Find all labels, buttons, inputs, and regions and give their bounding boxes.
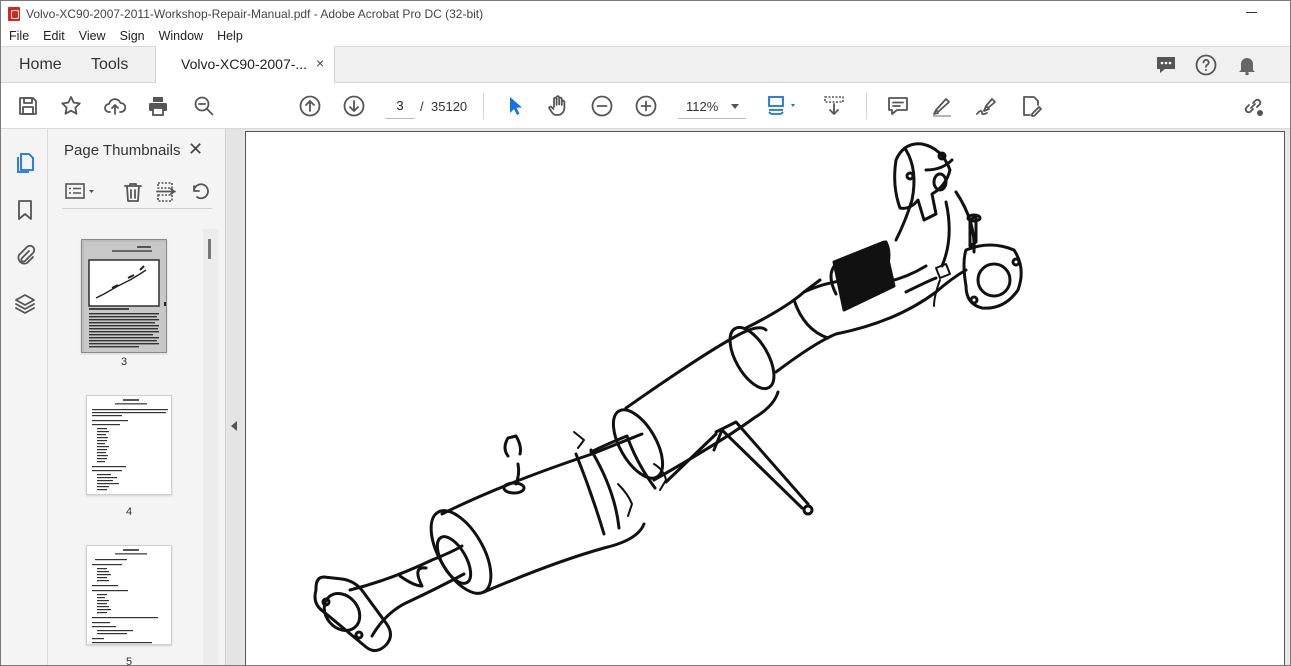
pdf-page: [245, 131, 1285, 665]
bookmark-icon[interactable]: [13, 198, 37, 222]
menu-bar: File Edit View Sign Window Help: [1, 26, 1290, 46]
navigation-rail: [1, 129, 48, 665]
zoom-out-icon[interactable]: [590, 94, 614, 118]
bookmark-star-icon[interactable]: [59, 94, 83, 118]
zoom-value: 112%: [686, 99, 719, 114]
menu-window[interactable]: Window: [159, 29, 203, 43]
layers-icon[interactable]: [13, 292, 37, 316]
page-number-input[interactable]: 3: [385, 93, 415, 119]
thumbnail-scrollbar-thumb[interactable]: [208, 239, 211, 259]
thumbnail-list: 3 4 5: [48, 229, 208, 666]
close-panel-button[interactable]: ✕: [188, 139, 203, 160]
collapse-panel-arrow-icon[interactable]: [231, 421, 237, 431]
rotate-icon[interactable]: [189, 181, 211, 203]
panel-title: Page Thumbnails: [64, 142, 181, 159]
document-viewport[interactable]: [243, 129, 1290, 665]
thumbnail-label-5: 5: [125, 656, 133, 666]
select-cursor-icon[interactable]: [503, 94, 527, 118]
menu-edit[interactable]: Edit: [43, 29, 65, 43]
sign-icon[interactable]: [974, 94, 998, 118]
support-strut: [664, 420, 814, 516]
title-bar: Volvo-XC90-2007-2011-Workshop-Repair-Man…: [1, 1, 1290, 26]
thumbnail-page-3[interactable]: [81, 239, 167, 353]
highlight-icon[interactable]: [930, 94, 954, 118]
delete-icon[interactable]: [122, 181, 144, 203]
toolbar-divider: [866, 93, 867, 119]
zoom-select[interactable]: 112%: [678, 93, 746, 119]
thumbnail-options-icon[interactable]: [64, 181, 98, 203]
tab-document[interactable]: Volvo-XC90-2007-... ×: [155, 46, 335, 83]
scroll-mode-icon[interactable]: [822, 94, 846, 118]
thumbnail-page-5[interactable]: [86, 545, 172, 645]
acrobat-logo-icon: [8, 6, 20, 21]
inlet-flange-upper: [893, 142, 976, 268]
toolbar-divider: [483, 93, 484, 119]
menu-file[interactable]: File: [9, 29, 29, 43]
toolbar: 3 / 35120 112%: [1, 83, 1290, 129]
print-icon[interactable]: [146, 94, 170, 118]
page-thumbnails-panel: Page Thumbnails ✕ 3 4 5: [48, 129, 225, 666]
attachment-icon[interactable]: [13, 244, 37, 268]
insert-page-icon[interactable]: [155, 181, 177, 203]
menu-sign[interactable]: Sign: [120, 29, 145, 43]
menu-view[interactable]: View: [79, 29, 106, 43]
panel-toolbar: [62, 179, 212, 209]
edit-pdf-icon[interactable]: [1019, 94, 1043, 118]
share-link-icon[interactable]: [1241, 94, 1265, 118]
fit-page-icon[interactable]: [765, 94, 801, 118]
zoom-in-icon[interactable]: [634, 94, 658, 118]
minimize-button[interactable]: [1246, 5, 1258, 17]
tab-document-label: Volvo-XC90-2007-...: [181, 56, 308, 72]
window-title: Volvo-XC90-2007-2011-Workshop-Repair-Man…: [26, 6, 484, 21]
page-separator: /: [420, 99, 424, 114]
page-total: 35120: [431, 99, 468, 114]
thumbnail-scrollbar[interactable]: [203, 229, 219, 665]
acrobat-window: Volvo-XC90-2007-2011-Workshop-Repair-Man…: [0, 0, 1291, 666]
zoom-search-icon[interactable]: [192, 94, 216, 118]
exhaust-system-illustration: [313, 142, 1023, 652]
particulate-filter: [429, 432, 646, 595]
tab-home[interactable]: Home: [19, 56, 62, 74]
save-icon[interactable]: [16, 94, 40, 118]
chat-icon[interactable]: [1154, 53, 1178, 77]
panel-splitter[interactable]: [225, 129, 243, 665]
page-up-icon[interactable]: [298, 94, 322, 118]
pages-icon[interactable]: [13, 151, 37, 175]
menu-help[interactable]: Help: [217, 29, 243, 43]
upload-icon[interactable]: [103, 94, 127, 118]
close-tab-button[interactable]: ×: [316, 55, 324, 71]
thumbnail-page-4[interactable]: [86, 395, 172, 495]
thumbnail-label-3: 3: [120, 356, 128, 368]
tab-tools[interactable]: Tools: [91, 56, 128, 74]
tab-bar: Home Tools Volvo-XC90-2007-... ×: [1, 46, 1290, 83]
help-icon[interactable]: [1194, 53, 1218, 77]
hand-icon[interactable]: [546, 94, 570, 118]
bell-icon[interactable]: [1235, 53, 1259, 77]
chevron-down-icon: [731, 104, 739, 109]
page-down-icon[interactable]: [342, 94, 366, 118]
mid-bracket: [573, 431, 667, 517]
thumbnail-label-4: 4: [125, 506, 133, 518]
comment-icon[interactable]: [886, 94, 910, 118]
